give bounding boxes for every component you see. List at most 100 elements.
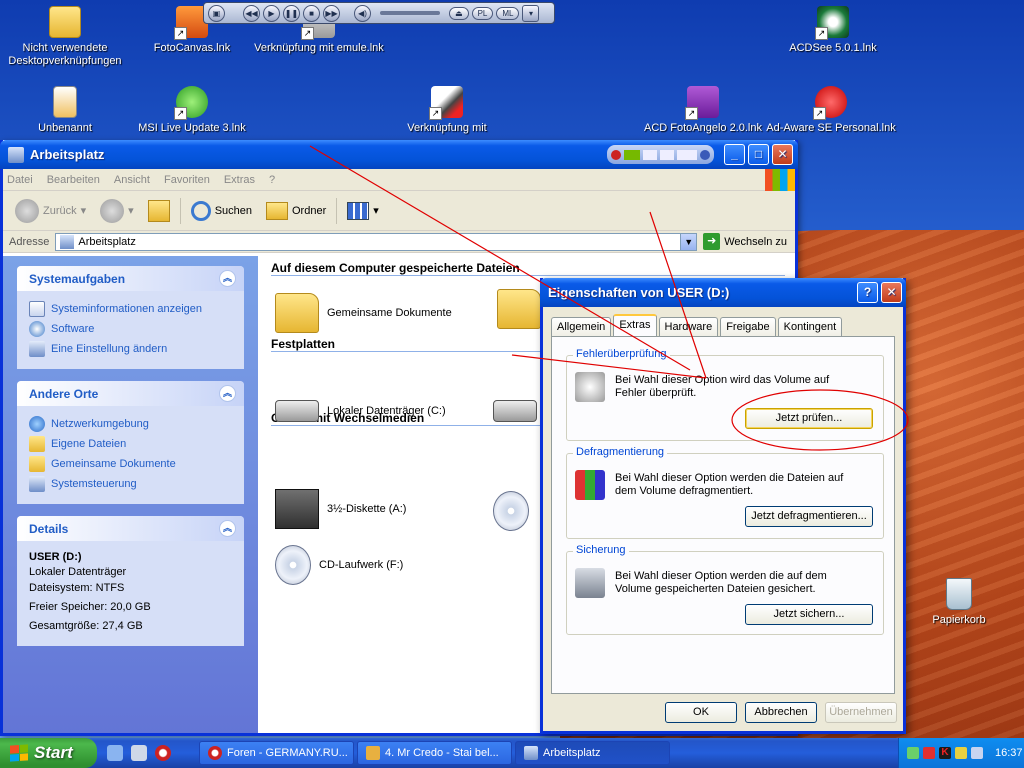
media-player-minibar[interactable]: ▣ ◀◀ ▶ ❚❚ ■ ▶▶ ◀) ⏏ PL ML ▾	[203, 2, 555, 24]
restore-icon[interactable]: ▣	[208, 4, 225, 22]
desktop-icon-recycle-bin[interactable]: Papierkorb	[894, 578, 1024, 627]
detail-type: Lokaler Datenträger	[29, 566, 127, 578]
desktop-icon-unbenannt[interactable]: Unbenannt	[0, 86, 130, 135]
views-button[interactable]: ▾	[343, 200, 383, 222]
record-icon[interactable]	[611, 149, 621, 160]
search-button[interactable]: Suchen	[187, 199, 256, 223]
desktop-icon-label: ACD FotoAngelo 2.0.lnk	[643, 122, 762, 134]
resize-icon[interactable]	[660, 149, 674, 160]
panel-header[interactable]: Details ︽	[17, 516, 244, 541]
desktop-icon-adaware[interactable]: Ad-Aware SE Personal.lnk	[766, 86, 896, 135]
kaspersky-icon[interactable]: K	[939, 747, 951, 759]
minimize-button[interactable]: _	[724, 144, 745, 165]
up-button[interactable]	[144, 198, 174, 224]
next-icon[interactable]	[700, 149, 710, 160]
panel-header[interactable]: Andere Orte ︽	[17, 381, 244, 406]
link-change-setting[interactable]: Eine Einstellung ändern	[29, 339, 232, 359]
task-label: Foren - GERMANY.RU...	[227, 747, 348, 759]
rewind-icon[interactable]: ◀◀	[243, 4, 260, 22]
item-drive-c[interactable]: Lokaler Datenträger (C:)	[275, 388, 446, 434]
tab-tools[interactable]: Extras	[613, 314, 657, 336]
playlist-button[interactable]: PL	[471, 6, 494, 20]
close-button[interactable]: ✕	[881, 282, 902, 303]
address-input[interactable]: Arbeitsplatz ▼	[55, 232, 698, 251]
desktop-icon-fotoangelo[interactable]: ACD FotoAngelo 2.0.lnk	[638, 86, 768, 135]
desktop-icon-unused-shortcuts[interactable]: Nicht verwendete Desktopverknüpfungen	[0, 6, 130, 68]
item-floppy-a[interactable]: 3½-Diskette (A:)	[275, 486, 406, 532]
link-software[interactable]: Software	[29, 319, 232, 339]
titlebar-extension-bar[interactable]	[607, 145, 714, 164]
backup-now-button[interactable]: Jetzt sichern...	[745, 604, 873, 625]
menu-help[interactable]: ?	[269, 174, 275, 186]
security-icon[interactable]	[923, 747, 935, 759]
item-folder-2[interactable]	[497, 286, 541, 332]
item-drive-d[interactable]	[493, 388, 537, 434]
desktop-icon-msi-live[interactable]: MSI Live Update 3.lnk	[127, 86, 257, 135]
menu-file[interactable]: Datei	[7, 174, 33, 186]
explorer-titlebar[interactable]: Arbeitsplatz _ □ ✕	[0, 140, 798, 169]
menu-tools[interactable]: Extras	[224, 174, 255, 186]
link-system-info[interactable]: Systeminformationen anzeigen	[29, 299, 232, 319]
tab-quota[interactable]: Kontingent	[777, 317, 843, 336]
desktop-icon-acdsee[interactable]: ACDSee 5.0.1.lnk	[768, 6, 898, 55]
volume-tray-icon[interactable]	[971, 747, 983, 759]
dialog-titlebar[interactable]: Eigenschaften von USER (D:) ? ✕	[540, 278, 906, 307]
address-label: Adresse	[9, 235, 50, 248]
defragment-now-button[interactable]: Jetzt defragmentieren...	[745, 506, 873, 527]
forward-icon[interactable]: ▶▶	[323, 4, 340, 22]
stop-icon[interactable]: ■	[303, 4, 320, 22]
back-button[interactable]: Zurück ▾	[11, 197, 90, 225]
eject-icon[interactable]: ⏏	[449, 6, 469, 20]
cancel-button[interactable]: Abbrechen	[745, 702, 817, 723]
item-cd-f[interactable]: CD-Laufwerk (F:)	[275, 542, 403, 588]
tab-general[interactable]: Allgemein	[551, 317, 612, 336]
link-my-documents[interactable]: Eigene Dateien	[29, 434, 232, 454]
collapse-icon[interactable]: ︽	[219, 385, 236, 402]
show-desktop-icon[interactable]	[107, 745, 123, 761]
menu-edit[interactable]: Bearbeiten	[47, 174, 100, 186]
chevron-down-icon[interactable]: ▼	[680, 233, 697, 250]
menu-view[interactable]: Ansicht	[114, 174, 150, 186]
network-icon[interactable]	[907, 747, 919, 759]
tab-hardware[interactable]: Hardware	[658, 317, 719, 336]
apply-button[interactable]: Übernehmen	[825, 702, 897, 723]
tray-app-icon[interactable]	[955, 747, 967, 759]
up-icon[interactable]	[643, 149, 657, 160]
dialog-title: Eigenschaften von USER (D:)	[548, 285, 730, 300]
check-now-button[interactable]: Jetzt prüfen...	[745, 408, 873, 429]
network-tool-icon[interactable]	[131, 745, 147, 761]
menu-icon[interactable]: ▾	[522, 4, 540, 22]
item-shared-documents[interactable]: Gemeinsame Dokumente	[275, 290, 452, 336]
ok-button[interactable]: OK	[665, 702, 737, 723]
start-button[interactable]: Start	[0, 738, 97, 768]
maximize-button[interactable]: □	[748, 144, 769, 165]
desktop-icon-shortcut[interactable]: Verknüpfung mit	[382, 86, 512, 135]
go-button[interactable]: ➜ Wechseln zu	[703, 233, 795, 250]
pause-icon[interactable]: ❚❚	[283, 4, 300, 22]
tab-sharing[interactable]: Freigabe	[720, 317, 776, 336]
link-control-panel[interactable]: Systemsteuerung	[29, 474, 232, 494]
opera-icon[interactable]	[155, 745, 171, 761]
nvidia-icon[interactable]	[624, 149, 640, 160]
collapse-icon[interactable]: ︽	[219, 270, 236, 287]
link-network[interactable]: Netzwerkumgebung	[29, 414, 232, 434]
link-shared-documents[interactable]: Gemeinsame Dokumente	[29, 454, 232, 474]
properties-dialog[interactable]: Eigenschaften von USER (D:) ? ✕ Allgemei…	[540, 278, 906, 734]
task-foren[interactable]: Foren - GERMANY.RU...	[199, 741, 354, 765]
volume-icon[interactable]: ◀)	[354, 4, 371, 22]
play-icon[interactable]: ▶	[263, 4, 280, 22]
collapse-icon[interactable]: ︽	[219, 520, 236, 537]
panel-header[interactable]: Systemaufgaben ︽	[17, 266, 244, 291]
window-list-icon[interactable]	[677, 149, 697, 160]
media-library-button[interactable]: ML	[496, 6, 520, 20]
forward-button[interactable]: ▾	[96, 197, 138, 225]
menu-favorites[interactable]: Favoriten	[164, 174, 210, 186]
task-arbeitsplatz[interactable]: Arbeitsplatz	[515, 741, 670, 765]
volume-slider[interactable]	[380, 11, 440, 15]
windows-logo-icon	[765, 168, 795, 191]
folders-button[interactable]: Ordner	[262, 200, 330, 222]
task-mr-credo[interactable]: 4. Mr Credo - Stai bel...	[357, 741, 512, 765]
help-button[interactable]: ?	[857, 282, 878, 303]
close-button[interactable]: ✕	[772, 144, 793, 165]
item-cd-drive[interactable]	[493, 488, 529, 534]
